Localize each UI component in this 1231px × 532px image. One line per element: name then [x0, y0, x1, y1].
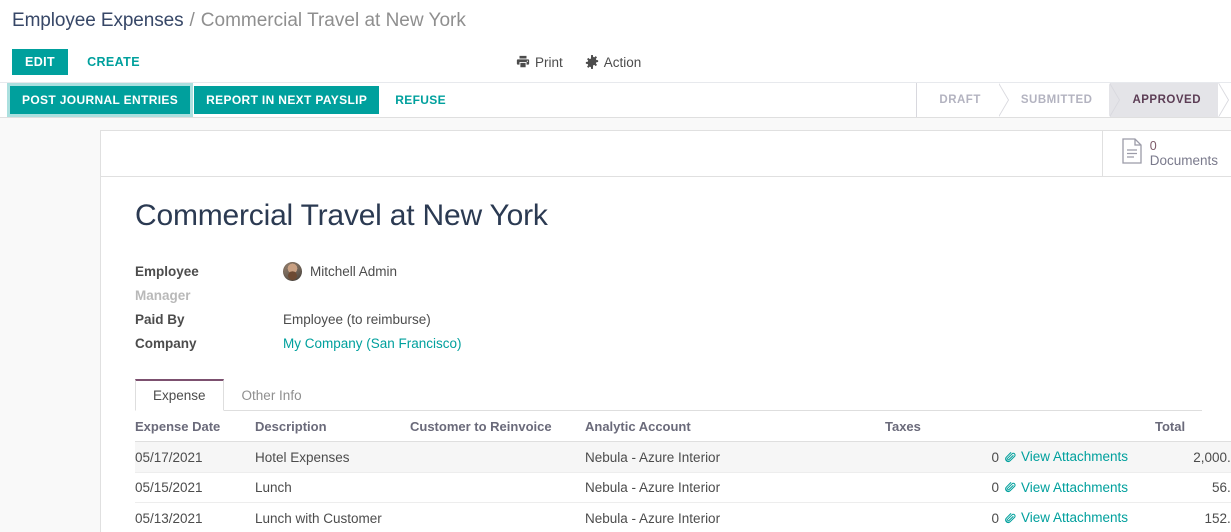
report-in-next-payslip-button[interactable]: REPORT IN NEXT PAYSLIP: [194, 86, 380, 114]
breadcrumb-root-link[interactable]: Employee Expenses: [12, 10, 184, 32]
print-label: Print: [535, 54, 563, 70]
paperclip-icon: [1005, 512, 1017, 524]
field-value-company[interactable]: My Company (San Francisco): [283, 336, 462, 351]
cell-taxes: 0: [885, 441, 1005, 473]
employee-name: Mitchell Admin: [310, 263, 398, 279]
action-label: Action: [603, 54, 642, 70]
gear-icon: [585, 55, 599, 69]
field-label-company: Company: [135, 335, 197, 351]
cell-expense-date: 05/15/2021: [135, 472, 255, 503]
expense-table-head: Expense Date Description Customer to Rei…: [135, 411, 1231, 442]
record-fields: Employee Mitchell Admin Manager Paid By …: [135, 259, 1202, 355]
cell-taxes: 0: [885, 472, 1005, 503]
expense-lines-table: Expense Date Description Customer to Rei…: [135, 411, 1231, 532]
status-stage-submitted[interactable]: SUBMITTED: [997, 83, 1111, 117]
cell-attachments: View Attachments: [1005, 472, 1155, 503]
paperclip-icon: [1005, 481, 1017, 493]
view-attachments-link[interactable]: View Attachments: [1005, 480, 1128, 495]
view-attachments-link[interactable]: View Attachments: [1005, 510, 1128, 525]
cell-total: 56.80 €: [1155, 472, 1231, 503]
cell-analytic: Nebula - Azure Interior: [585, 502, 885, 532]
cell-total: 2,000.00 €: [1155, 441, 1231, 473]
field-label-employee: Employee: [135, 263, 199, 279]
sheet-inner: Commercial Travel at New York Employee M…: [101, 177, 1231, 532]
edit-button[interactable]: EDIT: [12, 49, 69, 75]
field-employee: Employee Mitchell Admin: [135, 259, 1202, 283]
view-attachments-label: View Attachments: [1021, 449, 1129, 464]
breadcrumb-bar: Employee Expenses / Commercial Travel at…: [0, 0, 1231, 42]
cell-description: Lunch with Customer: [255, 502, 410, 532]
documents-label: Documents: [1149, 152, 1218, 168]
cell-total: 152.80 €: [1155, 502, 1231, 532]
cell-description: Lunch: [255, 472, 410, 503]
print-menu-button[interactable]: Print: [516, 55, 563, 70]
printer-icon: [516, 55, 530, 69]
control-panel: EDIT CREATE Print Action: [0, 42, 1231, 82]
avatar: [283, 261, 302, 281]
view-attachments-label: View Attachments: [1021, 510, 1129, 525]
cell-customer: [410, 502, 585, 532]
col-header-attachments: [1005, 411, 1155, 442]
field-value-employee[interactable]: Mitchell Admin: [283, 261, 398, 281]
smart-button-box: 0 Documents: [101, 131, 1231, 177]
page-title: Commercial Travel at New York: [135, 199, 548, 232]
col-header-taxes[interactable]: Taxes: [885, 411, 1005, 442]
create-button[interactable]: CREATE: [74, 49, 153, 75]
cell-taxes: 0: [885, 502, 1005, 532]
cell-analytic: Nebula - Azure Interior: [585, 472, 885, 503]
cell-description: Hotel Expenses: [255, 441, 410, 473]
field-paid-by: Paid By Employee (to reimburse): [135, 307, 1202, 331]
statusbar: POST JOURNAL ENTRIES REPORT IN NEXT PAYS…: [0, 82, 1231, 118]
col-header-expense-date[interactable]: Expense Date: [135, 411, 255, 442]
col-header-analytic[interactable]: Analytic Account: [585, 411, 885, 442]
paperclip-icon: [1005, 451, 1017, 463]
field-label-paid-by: Paid By: [135, 311, 185, 327]
status-pipeline-tail: [1218, 83, 1231, 117]
col-header-customer[interactable]: Customer to Reinvoice: [410, 411, 585, 442]
status-stage-draft[interactable]: DRAFT: [916, 83, 999, 117]
breadcrumb-separator: /: [189, 10, 195, 31]
post-journal-entries-button[interactable]: POST JOURNAL ENTRIES: [10, 86, 191, 114]
notebook-tabs: Expense Other Info: [135, 379, 1202, 411]
table-row[interactable]: 05/15/2021 Lunch Nebula - Azure Interior…: [135, 472, 1231, 503]
field-value-paid-by[interactable]: Employee (to reimburse): [283, 312, 431, 327]
cell-attachments: View Attachments: [1005, 502, 1155, 532]
documents-count: 0: [1149, 138, 1157, 153]
tab-other-info[interactable]: Other Info: [224, 379, 320, 411]
field-manager: Manager: [135, 283, 1202, 307]
cell-expense-date: 05/13/2021: [135, 502, 255, 532]
view-attachments-label: View Attachments: [1021, 479, 1129, 495]
table-header-row: Expense Date Description Customer to Rei…: [135, 411, 1231, 442]
cell-customer: [410, 441, 585, 473]
cell-customer: [410, 472, 585, 503]
expense-table-body: 05/17/2021 Hotel Expenses Nebula - Azure…: [135, 441, 1231, 532]
tab-expense[interactable]: Expense: [135, 379, 224, 411]
breadcrumb-current: Commercial Travel at New York: [200, 10, 466, 31]
record-sheet: 0 Documents Commercial Travel at New Yor…: [100, 130, 1231, 532]
refuse-button[interactable]: REFUSE: [383, 86, 458, 114]
status-stage-approved[interactable]: APPROVED: [1109, 83, 1219, 117]
table-row[interactable]: 05/13/2021 Lunch with Customer Nebula - …: [135, 502, 1231, 532]
table-row[interactable]: 05/17/2021 Hotel Expenses Nebula - Azure…: [135, 441, 1231, 473]
documents-smart-button-text: 0 Documents: [1150, 139, 1218, 168]
cell-expense-date: 05/17/2021: [135, 441, 255, 473]
col-header-description[interactable]: Description: [255, 411, 410, 442]
view-attachments-link[interactable]: View Attachments: [1005, 449, 1128, 464]
documents-smart-button[interactable]: 0 Documents: [1101, 131, 1231, 176]
document-icon: [1121, 138, 1143, 169]
cell-analytic: Nebula - Azure Interior: [585, 441, 885, 473]
page-body: 0 Documents Commercial Travel at New Yor…: [0, 118, 1231, 532]
status-pipeline: DRAFT SUBMITTED APPROVED: [916, 83, 1231, 117]
field-label-manager: Manager: [135, 287, 191, 303]
cell-attachments: View Attachments: [1005, 441, 1155, 473]
col-header-total[interactable]: Total: [1155, 411, 1231, 442]
field-company: Company My Company (San Francisco): [135, 331, 1202, 355]
control-panel-actions: Print Action: [516, 42, 641, 82]
action-menu-button[interactable]: Action: [585, 54, 642, 70]
